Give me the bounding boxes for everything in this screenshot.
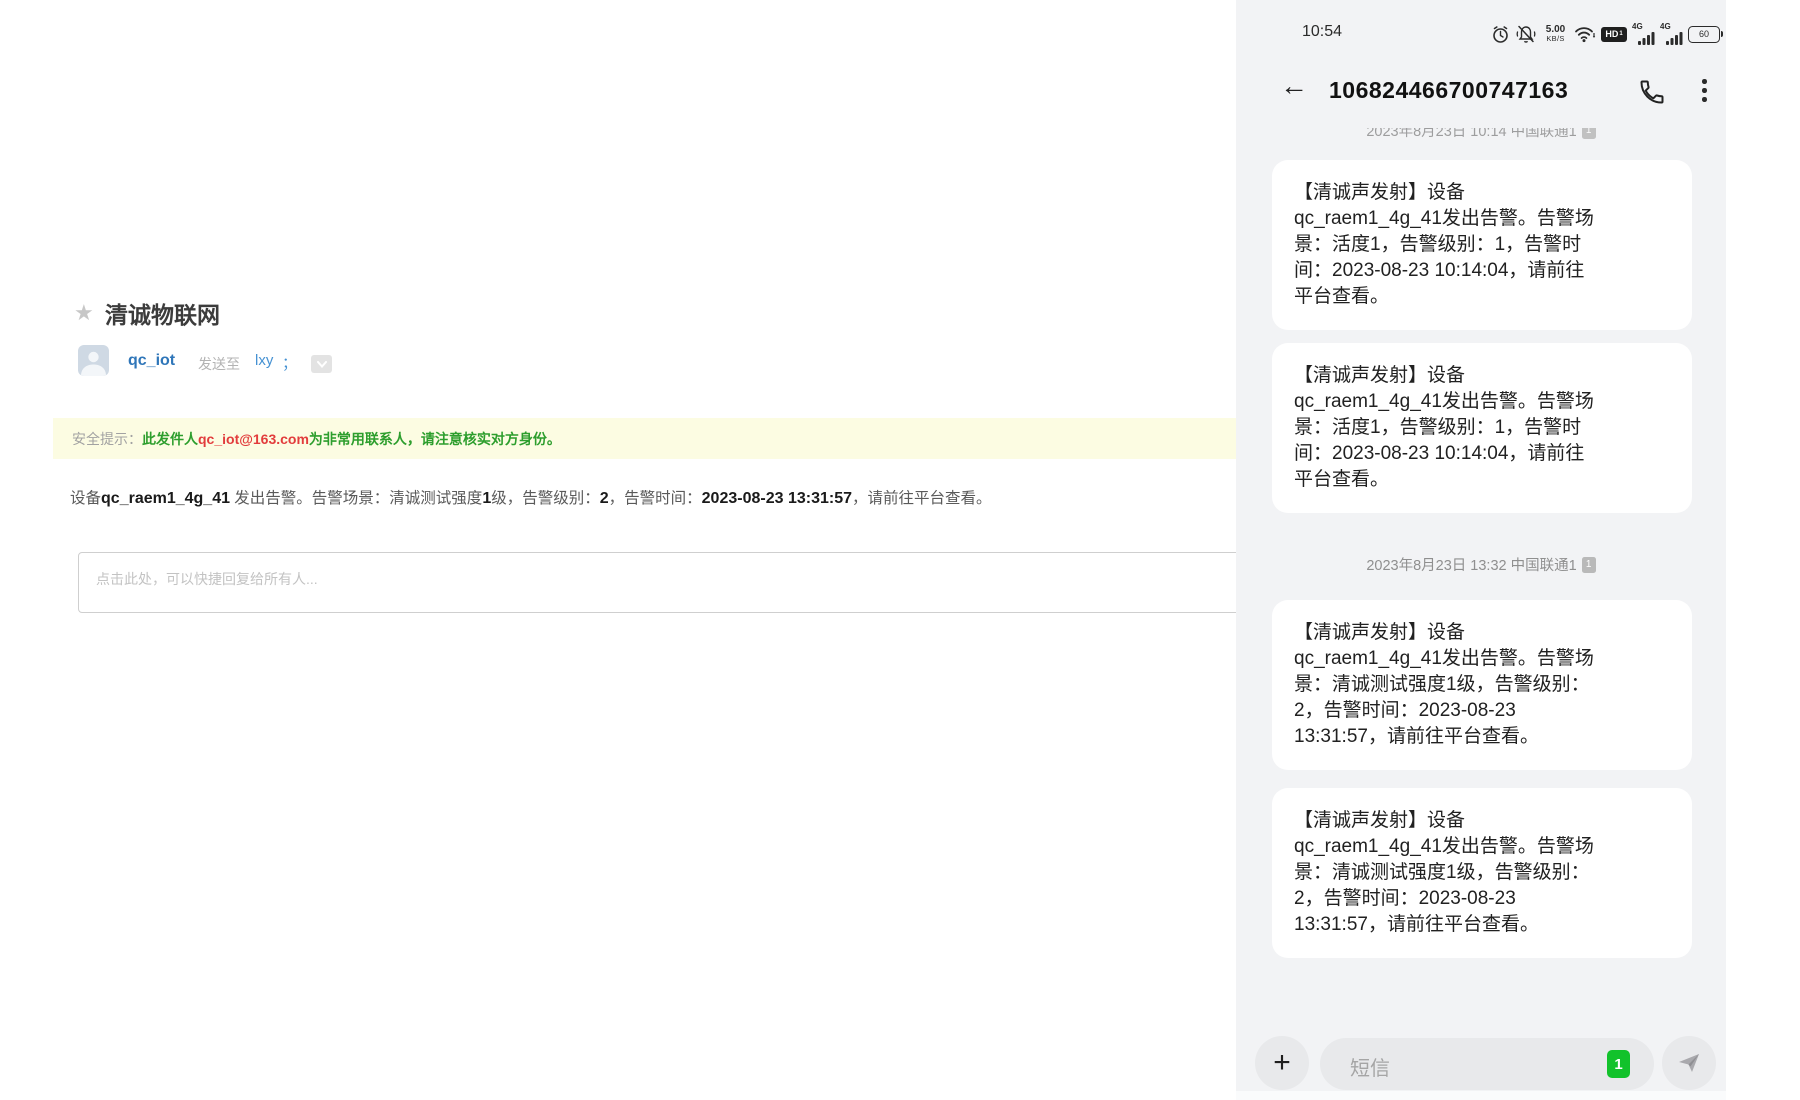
date-separator-text: 2023年8月23日 10:14 中国联通1 (1366, 128, 1576, 141)
body-alarm-level: 2 (600, 490, 609, 507)
sim-badge-icon: 1 (1582, 128, 1596, 139)
date-separator-clipped: 2023年8月23日 10:14 中国联通1 1 (1236, 128, 1726, 149)
call-button[interactable] (1638, 78, 1666, 106)
sender-name[interactable]: qc_iot (128, 352, 175, 370)
hd-sub: 1 (1619, 31, 1622, 37)
sms-line: qc_raem1_4g_41发出告警。告警场 (1294, 646, 1670, 672)
security-prefix: 安全提示： (72, 429, 142, 449)
status-time: 10:54 (1302, 23, 1342, 41)
signal-sim2-icon: 4G (1660, 23, 1683, 45)
sms-bubble[interactable]: 【清诚声发射】设备 qc_raem1_4g_41发出告警。告警场 景：清诚测试强… (1272, 788, 1692, 958)
sms-line: 13:31:57，请前往平台查看。 (1294, 724, 1670, 750)
sms-line: 间：2023-08-23 10:14:04，请前往 (1294, 441, 1670, 467)
sent-to-label: 发送至 (198, 354, 240, 374)
battery-level: 60 (1699, 29, 1709, 39)
person-icon (78, 345, 109, 376)
body-seg: 设备 (70, 490, 101, 507)
signal-bars (1638, 31, 1655, 45)
quick-reply-input[interactable]: 点击此处，可以快捷回复给所有人... (78, 552, 1243, 613)
send-icon (1676, 1050, 1702, 1076)
signal-sim1-icon: 4G (1632, 23, 1655, 45)
sms-input-placeholder: 短信 (1350, 1052, 1390, 1081)
more-menu-button[interactable] (1702, 79, 1708, 102)
recipient-dropdown-button[interactable] (311, 355, 332, 373)
sender-avatar[interactable] (78, 345, 109, 376)
recipient-name[interactable]: lxy (255, 352, 273, 369)
date-separator: 2023年8月23日 13:32 中国联通1 1 (1236, 554, 1726, 575)
body-seg: ，请前往平台查看。 (852, 490, 992, 507)
sms-line: 间：2023-08-23 10:14:04，请前往 (1294, 258, 1670, 284)
phone-icon (1638, 78, 1666, 106)
security-email-address: qc_iot@163.com (198, 431, 309, 447)
sms-bubble[interactable]: 【清诚声发射】设备 qc_raem1_4g_41发出告警。告警场 景：清诚测试强… (1272, 600, 1692, 770)
phone-sms-panel: 10:54 5.00 KB/S (1236, 0, 1726, 1100)
back-button[interactable]: ← (1280, 72, 1308, 100)
security-warning-bar: 安全提示： 此发件人 qc_iot@163.com 为非常用联系人，请注意核实对… (53, 418, 1243, 459)
screen: ★ 清诚物联网 qc_iot 发送至 lxy ； 安全提示： 此发件人 qc_i… (0, 0, 1800, 1100)
star-icon[interactable]: ★ (74, 300, 94, 326)
chevron-down-icon (317, 361, 327, 368)
recipient-separator: ； (282, 352, 297, 373)
sms-line: 景：清诚测试强度1级，告警级别： (1294, 860, 1670, 886)
sms-bubble[interactable]: 【清诚声发射】设备 qc_raem1_4g_41发出告警。告警场 景：活度1，告… (1272, 343, 1692, 513)
sms-line: 【清诚声发射】设备 (1294, 620, 1670, 646)
body-seg: 发出告警。告警场景：清诚测试强度 (230, 490, 482, 507)
sms-line: 景：清诚测试强度1级，告警级别： (1294, 672, 1670, 698)
signal-4g-label: 4G (1632, 23, 1643, 31)
sms-bubble[interactable]: 【清诚声发射】设备 qc_raem1_4g_41发出告警。告警场 景：活度1，告… (1272, 160, 1692, 330)
sim-select-badge[interactable]: 1 (1607, 1050, 1630, 1078)
sms-line: 【清诚声发射】设备 (1294, 808, 1670, 834)
body-seg: 级，告警级别： (491, 490, 600, 507)
sms-line: 平台查看。 (1294, 467, 1670, 493)
security-warning-text: 为非常用联系人，请注意核实对方身份。 (309, 429, 561, 449)
conversation-title: 106824466700747163 (1329, 77, 1568, 104)
status-icons: 5.00 KB/S HD1 4G (1491, 21, 1720, 47)
battery-icon: 60 (1688, 26, 1720, 43)
sim-badge-icon: 1 (1582, 557, 1596, 573)
date-separator-text: 2023年8月23日 13:32 中国联通1 (1366, 554, 1576, 575)
vibrate-mute-icon (1515, 25, 1537, 44)
sms-line: 景：活度1，告警级别：1，告警时 (1294, 415, 1670, 441)
hd-label: HD (1605, 30, 1618, 39)
sms-line: 【清诚声发射】设备 (1294, 180, 1670, 206)
alarm-icon (1491, 25, 1510, 44)
sms-line: 景：活度1，告警级别：1，告警时 (1294, 232, 1670, 258)
body-device-name: qc_raem1_4g_41 (101, 490, 230, 507)
body-alarm-time: 2023-08-23 13:31:57 (702, 490, 852, 507)
network-speed-indicator: 5.00 KB/S (1542, 25, 1569, 43)
add-attachment-button[interactable]: + (1255, 1036, 1309, 1090)
sms-line: 2，告警时间：2023-08-23 (1294, 886, 1670, 912)
sms-line: qc_raem1_4g_41发出告警。告警场 (1294, 834, 1670, 860)
volte-hd-icon: HD1 (1601, 27, 1627, 42)
body-seg-bold: 1 (482, 490, 491, 507)
gesture-area (1236, 1091, 1726, 1100)
send-button[interactable] (1662, 1036, 1716, 1090)
quick-reply-placeholder: 点击此处，可以快捷回复给所有人... (96, 571, 318, 587)
body-seg: ，告警时间： (609, 490, 702, 507)
signal-4g-label: 4G (1660, 23, 1671, 31)
sms-line: 【清诚声发射】设备 (1294, 363, 1670, 389)
email-body: 设备qc_raem1_4g_41 发出告警。告警场景：清诚测试强度1级，告警级别… (70, 486, 992, 508)
sms-line: 2，告警时间：2023-08-23 (1294, 698, 1670, 724)
sms-line: 13:31:57，请前往平台查看。 (1294, 912, 1670, 938)
email-subject: 清诚物联网 (105, 296, 220, 330)
wifi-icon (1574, 25, 1596, 43)
network-speed-unit: KB/S (1542, 35, 1569, 43)
sms-line: 平台查看。 (1294, 284, 1670, 310)
sms-compose-input[interactable]: 短信 1 (1320, 1038, 1654, 1090)
security-sender-label: 此发件人 (142, 429, 198, 449)
sms-line: qc_raem1_4g_41发出告警。告警场 (1294, 206, 1670, 232)
sms-line: qc_raem1_4g_41发出告警。告警场 (1294, 389, 1670, 415)
signal-bars (1666, 31, 1683, 45)
